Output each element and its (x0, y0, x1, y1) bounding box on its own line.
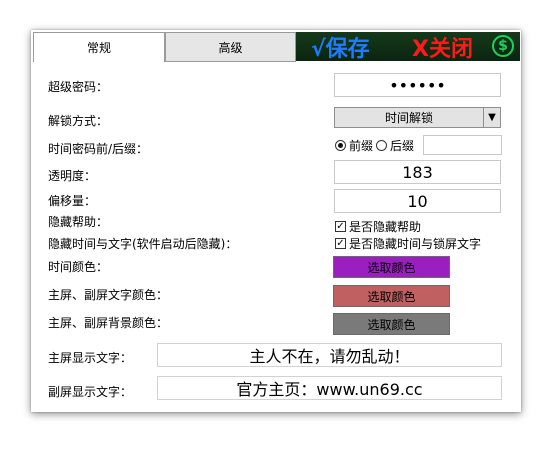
suffix-radio[interactable]: 后缀 (376, 137, 414, 154)
hide-help-checkbox[interactable]: ✓ 是否隐藏帮助 (335, 218, 421, 235)
offset-input[interactable]: 10 (334, 189, 501, 213)
main-text-input[interactable]: 主人不在，请勿乱动！ (157, 343, 502, 367)
main-text-label: 主屏显示文字： (48, 351, 133, 365)
sub-text-input[interactable]: 官方主页：www.un69.cc (157, 376, 502, 400)
bg-color-label: 主屏、副屏背景颜色： (48, 316, 169, 330)
text-color-button[interactable]: 选取颜色 (333, 285, 450, 307)
hide-help-label: 隐藏帮助： (48, 215, 109, 229)
prefix-label: 前缀 (349, 139, 374, 153)
hide-help-check-label: 是否隐藏帮助 (349, 220, 422, 234)
offset-label: 偏移量： (48, 194, 97, 208)
unlock-method-label: 解锁方式： (48, 114, 109, 128)
hide-time-label: 隐藏时间与文字(软件启动后隐藏)： (48, 237, 238, 251)
text-color-label: 主屏、副屏文字颜色： (48, 288, 169, 302)
radio-selected-icon[interactable] (335, 140, 346, 151)
radio-unselected-icon[interactable] (376, 140, 387, 151)
suffix-label: 后缀 (390, 139, 415, 153)
password-label: 超级密码： (48, 80, 109, 94)
time-color-button[interactable]: 选取颜色 (333, 256, 450, 278)
time-password-label: 时间密码前/后缀： (48, 142, 149, 156)
transparency-input[interactable]: 183 (334, 160, 501, 184)
transparency-label: 透明度： (48, 169, 97, 183)
save-button[interactable]: √保存 (311, 31, 370, 63)
tab-advanced[interactable]: 高级 (165, 32, 296, 62)
sub-text-label: 副屏显示文字： (48, 385, 133, 399)
prefix-radio[interactable]: 前缀 (335, 137, 373, 154)
bg-color-button[interactable]: 选取颜色 (333, 313, 450, 335)
suffix-input[interactable] (423, 135, 502, 155)
time-color-label: 时间颜色： (48, 260, 109, 274)
hide-time-checkbox[interactable]: ✓ 是否隐藏时间与锁屏文字 (335, 235, 481, 252)
unlock-method-select[interactable]: 时间解锁 ▼ (334, 107, 501, 128)
hide-time-check-label: 是否隐藏时间与锁屏文字 (349, 237, 482, 251)
dollar-icon[interactable]: $ (492, 35, 514, 57)
chevron-down-icon[interactable]: ▼ (484, 108, 500, 127)
close-button[interactable]: X关闭 (412, 31, 473, 63)
tab-general[interactable]: 常规 (33, 32, 165, 62)
password-field[interactable]: •••••• (334, 73, 501, 97)
checkbox-checked-icon[interactable]: ✓ (335, 221, 346, 232)
unlock-method-value: 时间解锁 (335, 108, 484, 127)
checkbox-checked-icon[interactable]: ✓ (335, 238, 346, 249)
